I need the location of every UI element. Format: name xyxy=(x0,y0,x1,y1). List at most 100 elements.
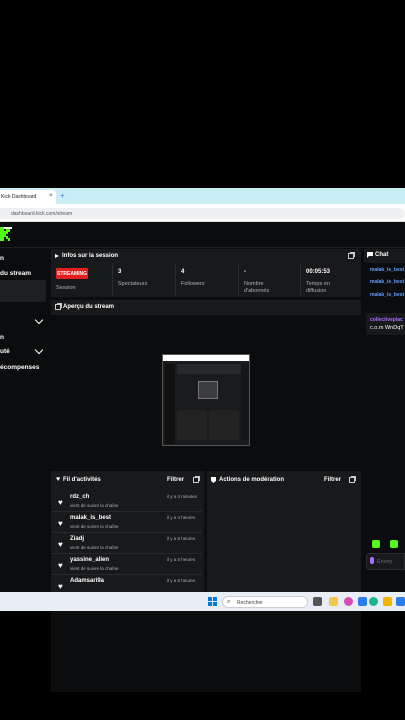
activity-time: il y a 5 heures xyxy=(167,557,196,562)
popout-icon[interactable] xyxy=(348,252,355,259)
sidebar-active-highlight xyxy=(0,280,46,302)
microphone-icon[interactable] xyxy=(370,557,374,564)
preview-activity xyxy=(177,410,207,440)
activity-user[interactable]: Adamsari9a xyxy=(70,578,104,584)
divider xyxy=(238,263,239,295)
activity-row: ♥ malak_is_best vient de suivre la chaîn… xyxy=(52,513,202,533)
activity-time: il y a 4 minutes xyxy=(167,494,198,499)
stream-preview-video[interactable] xyxy=(162,354,250,446)
preview-sidebar xyxy=(165,364,175,444)
shield-icon xyxy=(211,477,216,483)
stat-label-followers: Followers xyxy=(181,281,205,287)
taskbar-search-placeholder: Rechercher xyxy=(237,600,263,606)
chat-input[interactable]: Envoy xyxy=(366,553,405,570)
activity-time: il y a 4 heures xyxy=(167,515,196,520)
sidebar-item-community[interactable]: uté xyxy=(0,348,10,355)
heart-icon: ♥ xyxy=(58,519,63,528)
activity-user[interactable]: rdz_ch xyxy=(70,494,89,500)
activity-row: ♥ rdz_ch vient de suivre la chaîne il y … xyxy=(52,492,202,512)
kick-dashboard: n du stream n uté écompenses Infos sur l… xyxy=(0,222,405,692)
activity-row: ♥ Ziadj vient de suivre la chaîne il y a… xyxy=(52,534,202,554)
stat-label-session: Session xyxy=(56,285,76,291)
widgets-icon[interactable] xyxy=(329,597,338,606)
new-tab-button[interactable]: + xyxy=(60,191,65,200)
mail-icon[interactable] xyxy=(358,597,367,606)
chat-panel xyxy=(364,249,405,592)
browser-toolbar: dashboard.kick.com/stream xyxy=(0,204,405,222)
gift-icon[interactable] xyxy=(390,540,398,548)
activity-user[interactable]: malak_is_best xyxy=(70,515,111,521)
emote-icon[interactable] xyxy=(372,540,380,548)
windows-start-icon[interactable] xyxy=(208,597,217,606)
stat-value-viewers: 3 xyxy=(118,269,122,275)
store-icon[interactable] xyxy=(396,597,405,606)
stat-label-viewers: Spectateurs xyxy=(118,281,148,287)
activity-text: vient de suivre la chaîne xyxy=(70,503,119,508)
activity-filter-button[interactable]: Filtrer xyxy=(167,477,184,483)
chat-input-placeholder: Envoy xyxy=(377,559,393,565)
url-text: dashboard.kick.com/stream xyxy=(11,211,73,217)
activity-time: il y a 5 heures xyxy=(167,578,196,583)
chat-highlight-username[interactable]: collectiveplac xyxy=(370,317,403,323)
popout-icon[interactable] xyxy=(55,303,62,310)
activity-time: il y a 5 heures xyxy=(167,536,196,541)
divider xyxy=(175,263,176,295)
stat-value-followers: 4 xyxy=(181,269,185,275)
stream-preview-title: Aperçu du stream xyxy=(63,304,115,310)
close-tab-icon[interactable]: × xyxy=(49,193,53,199)
browser-tab[interactable]: Kick Dashboard × xyxy=(0,190,56,204)
logo-mark xyxy=(4,227,12,229)
chat-bubble-icon xyxy=(367,252,373,258)
address-bar[interactable]: dashboard.kick.com/stream xyxy=(0,208,405,219)
sidebar-item-rewards[interactable]: écompenses xyxy=(0,364,39,371)
activity-user[interactable]: yassine_alien xyxy=(70,557,109,563)
sidebar-item-label: du stream xyxy=(0,270,32,277)
file-explorer-icon[interactable] xyxy=(383,597,392,606)
sidebar-item-home[interactable]: n xyxy=(0,255,4,262)
signal-icon xyxy=(55,254,59,258)
heart-icon: ♥ xyxy=(58,498,63,507)
tab-title: Kick Dashboard xyxy=(1,194,37,200)
popout-icon[interactable] xyxy=(193,476,200,483)
heart-icon: ♥ xyxy=(58,582,63,591)
streaming-status-badge: STREAMING xyxy=(56,268,88,279)
sidebar-item-label: uté xyxy=(0,348,10,355)
moderation-panel xyxy=(207,471,361,592)
session-info-title: Infos sur la session xyxy=(62,253,119,259)
chat-username[interactable]: malak_is_best xyxy=(370,267,404,273)
activity-text: vient de suivre la chaîne xyxy=(70,524,119,529)
sidebar: n du stream n uté écompenses xyxy=(0,248,48,592)
chat-highlight-text: c.o.m WnDqT xyxy=(370,325,404,331)
chat-title: Chat xyxy=(375,252,389,258)
popout-icon[interactable] xyxy=(349,476,356,483)
sidebar-item-label: n xyxy=(0,334,4,341)
sidebar-item-channel[interactable]: n xyxy=(0,334,4,341)
taskbar-search[interactable]: ⌕ Rechercher xyxy=(222,596,308,608)
stat-label-subscribers: Nombre d'abonnés xyxy=(244,281,270,294)
divider xyxy=(112,263,113,295)
screen: Kick Dashboard × + dashboard.kick.com/st… xyxy=(0,0,405,720)
heart-icon: ♥ xyxy=(56,476,61,483)
chat-username[interactable]: malak_is_best xyxy=(370,279,404,285)
preview-moderation xyxy=(209,410,239,440)
browser-tab-bar: Kick Dashboard × + xyxy=(0,188,405,204)
chevron-down-icon[interactable] xyxy=(34,315,44,325)
app-icon[interactable] xyxy=(344,597,353,606)
kick-logo-icon[interactable] xyxy=(0,227,10,241)
activity-row: ♥ yassine_alien vient de suivre la chaîn… xyxy=(52,555,202,575)
stat-value-subscribers: - xyxy=(244,269,246,275)
moderation-title: Actions de modération xyxy=(219,477,285,483)
edge-browser-icon[interactable] xyxy=(369,597,378,606)
stat-label-stream-time: Temps en diffusion xyxy=(306,281,330,294)
heart-icon: ♥ xyxy=(58,561,63,570)
task-view-icon[interactable] xyxy=(313,597,322,606)
heart-icon: ♥ xyxy=(58,540,63,549)
activity-row: ♥ Adamsari9a il y a 5 heures xyxy=(52,576,202,592)
sidebar-item-stream[interactable]: du stream xyxy=(0,270,31,277)
sidebar-item-label: n xyxy=(0,255,4,262)
moderation-filter-button[interactable]: Filtrer xyxy=(324,477,341,483)
chevron-down-icon[interactable] xyxy=(34,345,44,355)
chat-username[interactable]: malak_is_best xyxy=(370,292,404,298)
windows-taskbar: ⌕ Rechercher xyxy=(0,592,405,611)
activity-user[interactable]: Ziadj xyxy=(70,536,84,542)
